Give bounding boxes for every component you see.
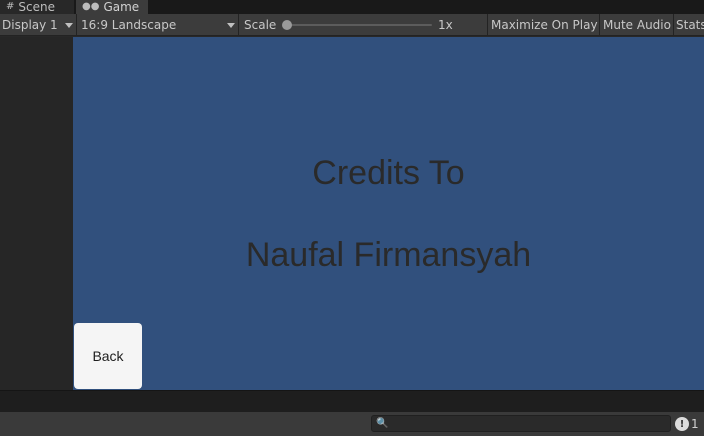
mute-audio-toggle[interactable]: Mute Audio (601, 14, 673, 36)
status-bar: 🔍 ! 1 (0, 412, 704, 436)
scale-slider-track[interactable] (287, 24, 432, 26)
stats-toggle[interactable]: Stats (674, 14, 704, 36)
aspect-dropdown-label: 16:9 Landscape (81, 18, 177, 32)
tab-bar: # Scene ●● Game (0, 0, 704, 14)
tab-scene[interactable]: # Scene (0, 0, 74, 14)
tab-game-label: Game (103, 0, 140, 14)
divider (599, 14, 600, 36)
chevron-down-icon (227, 23, 235, 28)
scale-slider-thumb[interactable] (282, 20, 292, 30)
scale-value: 1x (436, 14, 466, 36)
bottom-panel-header (0, 390, 704, 412)
search-icon: 🔍 (376, 418, 389, 429)
exclamation-icon: ! (675, 417, 689, 431)
search-field[interactable]: 🔍 (371, 415, 671, 432)
display-dropdown[interactable]: Display 1 (0, 14, 76, 36)
message-count: 1 (691, 417, 699, 431)
game-toolbar: Display 1 16:9 Landscape Scale 1x Maximi… (0, 14, 704, 36)
credits-name: Naufal Firmansyah (245, 236, 532, 274)
divider (238, 14, 239, 36)
stats-label: Stats (676, 18, 704, 32)
grid-icon: # (6, 1, 15, 12)
aspect-dropdown[interactable]: 16:9 Landscape (79, 14, 238, 36)
scale-label: Scale (242, 14, 282, 36)
game-view-letterbox (0, 37, 73, 390)
credits-title: Credits To (312, 154, 465, 192)
tab-game[interactable]: ●● Game (76, 0, 148, 14)
maximize-on-play-toggle[interactable]: Maximize On Play (489, 14, 599, 36)
mute-audio-label: Mute Audio (603, 18, 671, 32)
scale-value-text: 1x (438, 18, 453, 32)
scale-label-text: Scale (244, 18, 277, 32)
tab-scene-label: Scene (18, 0, 55, 14)
divider (487, 14, 488, 36)
chevron-down-icon (65, 23, 73, 28)
maximize-on-play-label: Maximize On Play (491, 18, 598, 32)
divider (76, 14, 77, 36)
gamepad-icon: ●● (82, 1, 100, 12)
console-message-counter[interactable]: ! 1 (675, 414, 699, 434)
display-dropdown-label: Display 1 (2, 18, 58, 32)
game-viewport: Credits To Naufal Firmansyah Back (73, 37, 704, 390)
back-button[interactable]: Back (74, 323, 142, 389)
